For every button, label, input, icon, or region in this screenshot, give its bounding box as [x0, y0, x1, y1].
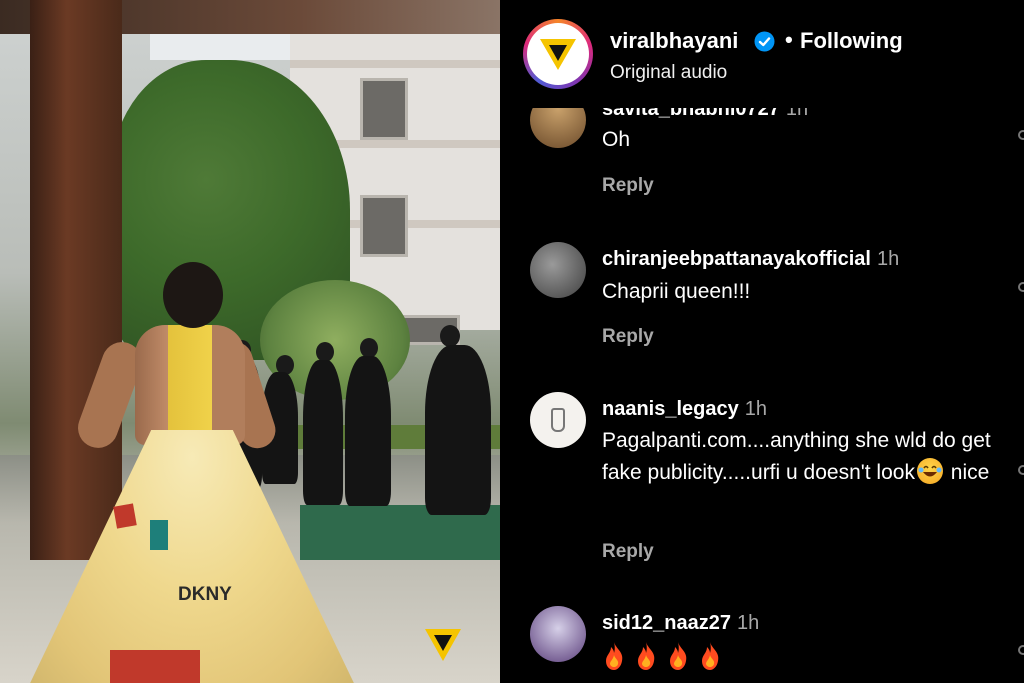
comment-text-end: nice — [950, 461, 990, 484]
reply-button[interactable]: Reply — [602, 175, 654, 197]
comment-username-text[interactable]: sid12_naaz27 — [602, 612, 731, 634]
post-header: viralbhayani • Following Original audio — [502, 0, 1024, 108]
commenter-avatar[interactable] — [530, 606, 586, 662]
comment-username-text[interactable]: chiranjeebpattanayakofficial — [602, 248, 871, 270]
account-username[interactable]: viralbhayani — [610, 28, 738, 54]
comment-text: Pagalpanti.com....anything she wld do ge… — [602, 425, 1012, 489]
woman-torso — [135, 325, 245, 445]
separator-dot: • — [785, 27, 793, 52]
comment-time: 1h — [736, 612, 760, 634]
pillar — [30, 0, 122, 560]
comments-panel: viralbhayani • Following Original audio … — [502, 0, 1024, 683]
like-icon[interactable] — [1018, 130, 1024, 140]
profile-avatar[interactable] — [523, 19, 593, 89]
commenter-avatar[interactable] — [530, 392, 586, 448]
like-icon[interactable] — [1018, 465, 1024, 475]
brand-logo-icon — [540, 39, 576, 70]
verified-badge-icon — [754, 31, 775, 52]
dress-bag-red — [113, 503, 137, 529]
laughing-face-emoji — [916, 458, 943, 484]
comment-username[interactable]: chiranjeebpattanayakofficial 1h — [602, 248, 899, 271]
fire-emoji — [670, 642, 687, 671]
woman-head — [163, 262, 223, 328]
comment-username[interactable]: sid12_naaz27 1h — [602, 612, 759, 635]
like-icon[interactable] — [1018, 282, 1024, 292]
following-button[interactable]: Following — [800, 28, 903, 54]
dress-brand-label: DKNY — [178, 584, 232, 605]
like-icon[interactable] — [1018, 645, 1024, 655]
video-media[interactable]: DKNY — [0, 0, 500, 683]
comment-text: Chaprii queen!!! — [602, 280, 751, 303]
reply-button[interactable]: Reply — [602, 541, 654, 563]
comment-username[interactable]: naanis_legacy 1h — [602, 398, 767, 421]
comment-time: 1h — [744, 398, 767, 420]
comment-username-text[interactable]: naanis_legacy — [602, 398, 739, 420]
fire-emoji — [702, 642, 719, 671]
dress-bag-teal — [150, 520, 168, 550]
commenter-avatar[interactable] — [530, 242, 586, 298]
reply-button[interactable]: Reply — [602, 326, 654, 348]
comment-text: Oh — [602, 128, 631, 151]
brand-logo-icon — [425, 629, 461, 661]
dress-bag-red-bottom — [110, 650, 200, 683]
audio-link[interactable]: Original audio — [610, 62, 727, 84]
comment-time: 1h — [876, 248, 900, 270]
fire-emoji — [606, 642, 623, 671]
comment-text — [602, 640, 1012, 672]
fire-emoji — [638, 642, 655, 671]
